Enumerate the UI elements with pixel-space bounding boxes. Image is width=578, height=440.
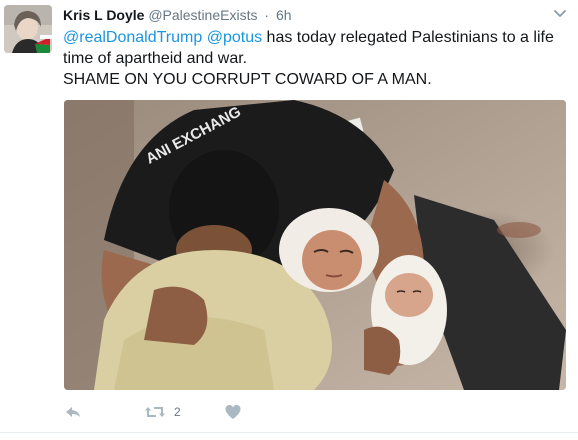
tweet-card[interactable]: Kris L Doyle @PalestineExists · 6h @real… [0, 0, 578, 440]
like-button[interactable] [224, 402, 242, 422]
retweet-button[interactable]: 2 [144, 402, 181, 422]
tweet-photo[interactable]: ANI EXCHANG [64, 100, 566, 390]
user-handle[interactable]: @PalestineExists [148, 7, 257, 23]
reply-button[interactable] [64, 402, 82, 422]
retweet-count: 2 [174, 405, 181, 419]
display-name[interactable]: Kris L Doyle [63, 7, 144, 23]
tweet-text-line-2: SHAME ON YOU CORRUPT COWARD OF A MAN. [63, 71, 432, 88]
divider [0, 432, 578, 433]
tweet-actions: 2 [64, 402, 364, 422]
timestamp[interactable]: 6h [276, 7, 292, 23]
separator-dot: · [264, 7, 270, 23]
mention-link[interactable]: @realDonaldTrump [63, 29, 202, 46]
reply-icon [64, 403, 82, 421]
tweet-text: @realDonaldTrump @potus has today relega… [63, 27, 563, 90]
retweet-icon [144, 403, 166, 421]
tweet-header: Kris L Doyle @PalestineExists · 6h [63, 6, 292, 24]
tweet-text-line-1: @realDonaldTrump @potus has today relega… [63, 27, 563, 69]
avatar[interactable] [4, 5, 52, 53]
mention-link[interactable]: @potus [207, 29, 262, 46]
heart-icon [224, 403, 242, 421]
chevron-down-icon[interactable] [552, 5, 568, 21]
